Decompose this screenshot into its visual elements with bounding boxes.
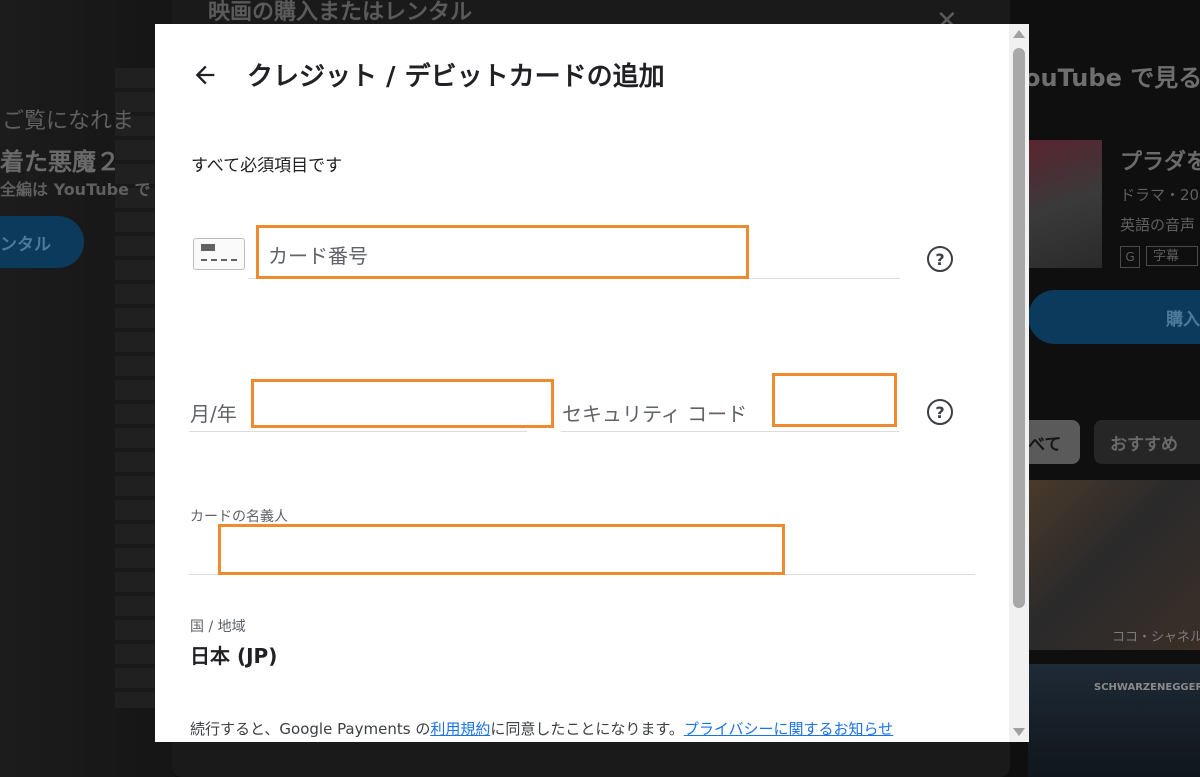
background-movie-card-title: プラダを xyxy=(1120,150,1200,175)
expiry-input[interactable] xyxy=(251,379,554,428)
background-right-heading: ouTube で見る xyxy=(1024,64,1200,92)
background-thumbnail-2 xyxy=(1028,664,1200,777)
background-rent-button: ンタル xyxy=(0,216,84,268)
cardholder-label: カードの名義人 xyxy=(190,509,288,525)
back-arrow-icon[interactable] xyxy=(191,61,219,89)
background-filter-chip-recommended: おすすめ xyxy=(1094,420,1200,464)
help-icon[interactable]: ? xyxy=(927,399,953,425)
scroll-down-arrow-icon[interactable] xyxy=(1013,728,1025,736)
help-icon[interactable]: ? xyxy=(927,246,953,272)
background-thumbnail-2-caption: SCHWARZENEGGER xyxy=(1094,682,1200,693)
security-code-input[interactable] xyxy=(772,373,897,427)
security-code-label: セキュリティ コード xyxy=(562,402,748,426)
background-thumbnail-1-caption: ココ・シャネル xyxy=(1112,630,1200,645)
background-subtitle-chip: 字幕 xyxy=(1146,246,1198,266)
background-movie-card-audio: 英語の音声 xyxy=(1120,216,1196,234)
dialog-title: クレジット / デビットカードの追加 xyxy=(247,62,665,92)
terms-middle: に同意したことになります。 xyxy=(490,720,684,738)
terms-of-service-link[interactable]: 利用規約 xyxy=(430,720,490,738)
background-purchase-dialog-title: 映画の購入またはレンタル xyxy=(208,0,473,25)
scroll-up-arrow-icon[interactable] xyxy=(1013,30,1025,38)
terms-text: 続行すると、Google Payments の利用規約に同意したことになります。… xyxy=(190,718,893,739)
background-thumbnail-1 xyxy=(1028,480,1200,650)
security-code-underline xyxy=(561,431,899,432)
background-movie-poster xyxy=(1028,140,1102,268)
country-label: 国 / 地域 xyxy=(190,619,246,635)
required-fields-note: すべて必須項目です xyxy=(191,156,343,176)
scrollbar-thumb[interactable] xyxy=(1013,48,1025,608)
add-card-dialog: クレジット / デビットカードの追加 すべて必須項目です ? 月/年 セキュリテ… xyxy=(155,24,1029,742)
expiry-label: 月/年 xyxy=(190,402,237,426)
credit-card-icon xyxy=(193,238,245,270)
background-availability-text: ご覧になれま xyxy=(2,109,135,134)
expiry-underline xyxy=(189,431,527,432)
background-filter-chip-all: べて xyxy=(1020,420,1080,464)
background-movie-subtitle: 全編は YouTube で xyxy=(0,180,151,199)
background-movie-card-meta: ドラマ・20 xyxy=(1120,186,1200,204)
background-rating-chip: G xyxy=(1120,246,1140,268)
background-buy-button: 購入 xyxy=(1028,290,1200,344)
terms-prefix: 続行すると、Google Payments の xyxy=(190,720,431,738)
background-movie-title: 着た悪魔２ xyxy=(0,148,120,176)
country-value: 日本 (JP) xyxy=(190,644,278,668)
privacy-notice-link[interactable]: プライバシーに関するお知らせ xyxy=(684,720,893,738)
card-number-input[interactable] xyxy=(256,225,749,279)
cardholder-input[interactable] xyxy=(218,524,785,575)
